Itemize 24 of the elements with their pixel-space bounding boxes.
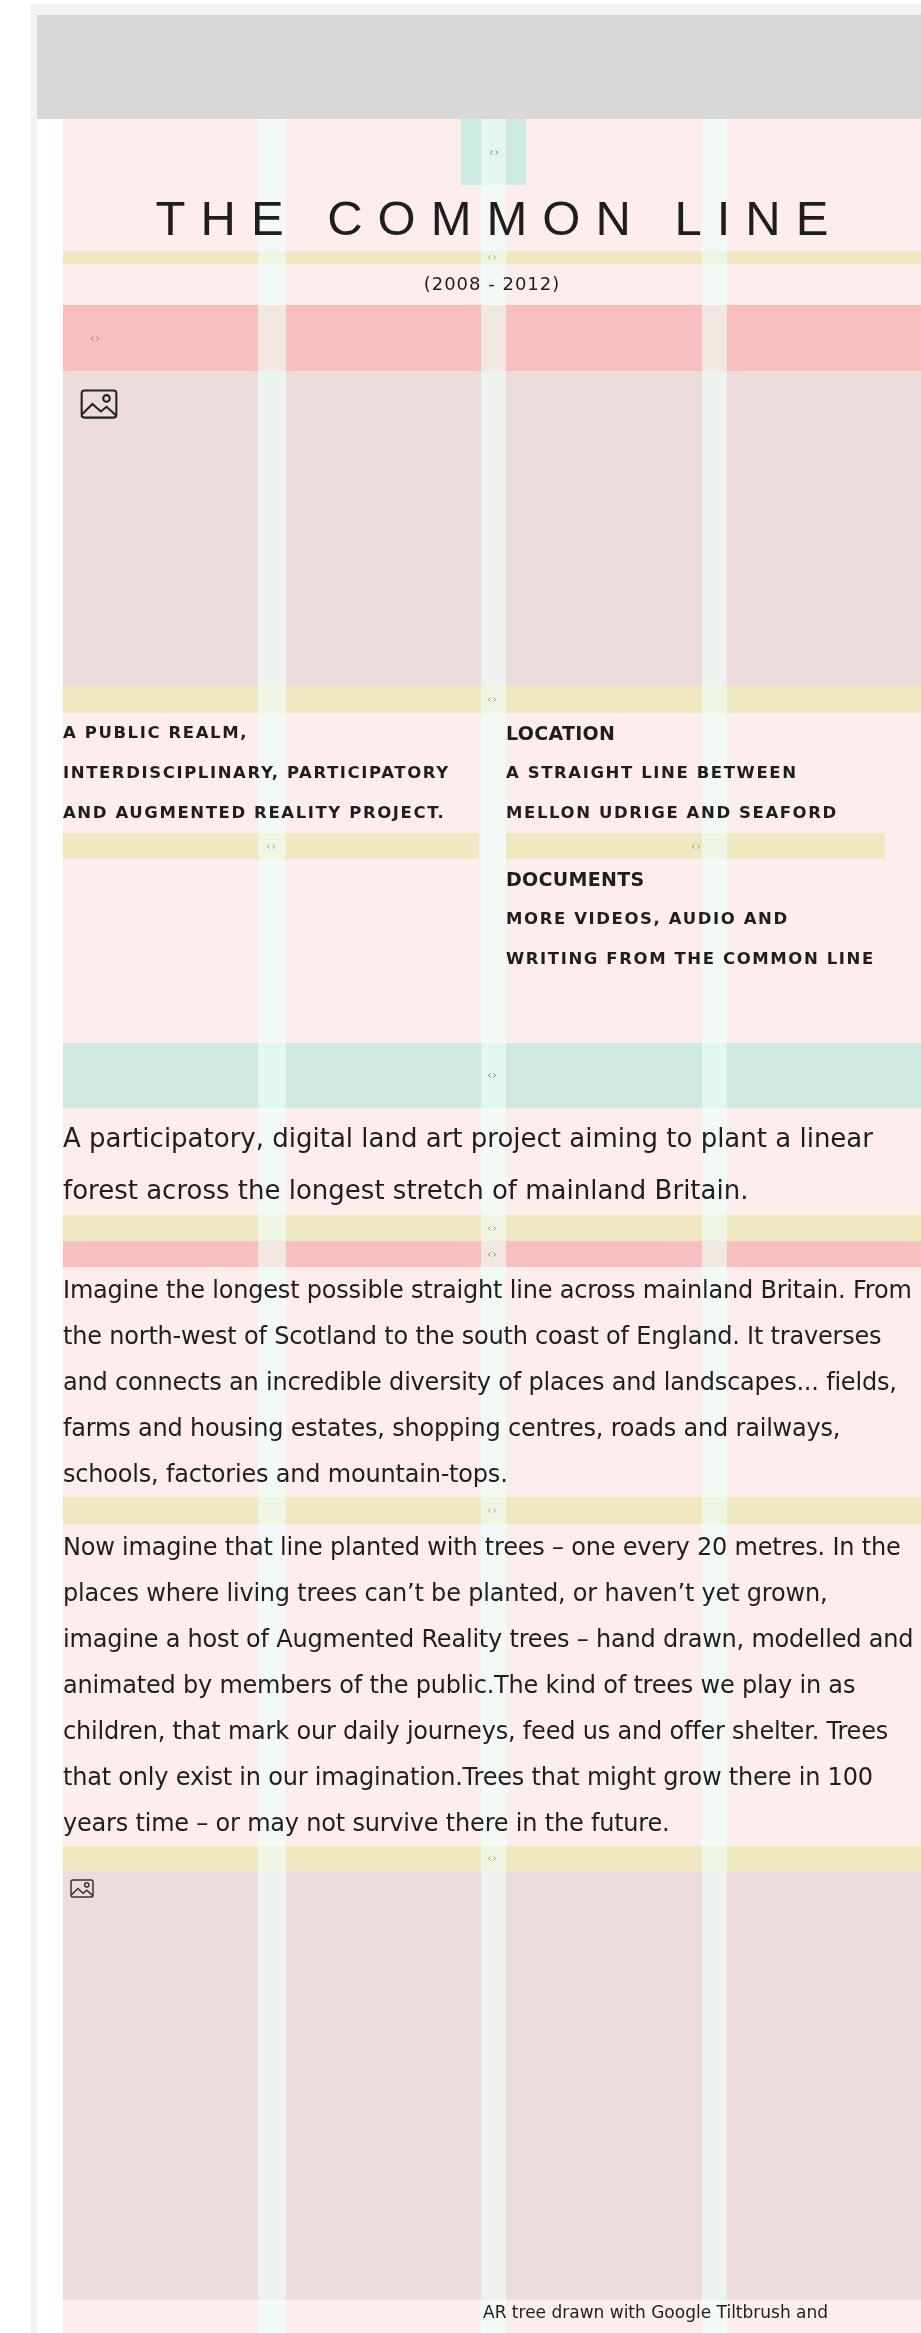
code-icon — [91, 335, 99, 341]
page-title: THE COMMON LINE — [154, 190, 844, 247]
code-icon — [488, 1225, 496, 1231]
lead-paragraph: A participatory, digital land art project aiming to plant a linear forest across the longest stretch of mainland Britain. — [63, 1122, 874, 1207]
body-paragraph: Now imagine that line planted with trees – one every 20 metres. In the places where living trees can’t be planted, or haven’t yet grown, imagine a host of Augmented Reality trees – hand drawn, modelled and animated by members of the public.The kind of trees we play in as children, that mark our daily journeys, feed us and offer shelter. Trees that only exist in our imagination.Trees that might grow there in 100 years time – or may not survive there in the future. — [63, 1532, 915, 1839]
code-icon — [489, 149, 498, 155]
section-text: A STRAIGHT LINE BETWEEN MELLON UDRIGE AND SEAFORD — [506, 762, 839, 824]
code-icon — [488, 1856, 496, 1861]
code-icon — [488, 1251, 496, 1257]
code-icon — [267, 843, 275, 849]
image-caption: AR tree drawn with Google Tiltbrush and — [483, 2301, 829, 2324]
project-tagline: A PUBLIC REALM, INTERDISCIPLINARY, PARTICIPATORY AND AUGMENTED REALITY PROJECT. — [63, 722, 451, 824]
code-icon — [488, 697, 496, 702]
image-icon — [80, 389, 118, 419]
section-heading: LOCATION — [506, 721, 617, 746]
code-icon — [488, 255, 496, 260]
code-icon — [488, 1073, 496, 1078]
section-heading: DOCUMENTS — [506, 867, 646, 892]
date-range: (2008 - 2012) — [423, 272, 561, 296]
body-paragraph: Imagine the longest possible straight line across mainland Britain. From the north-west of Scotland to the south coast of England. It traverses and connects an incredible diversity of places and landscapes... fields, farms and housing estates, shopping centres, roads and railways, schools, factories and mountain-tops. — [63, 1275, 913, 1490]
code-icon — [691, 843, 700, 849]
code-icon — [488, 1508, 496, 1513]
section-text: MORE VIDEOS, AUDIO AND WRITING FROM THE COMMON LINE — [506, 908, 876, 970]
image-icon — [70, 1879, 94, 1898]
